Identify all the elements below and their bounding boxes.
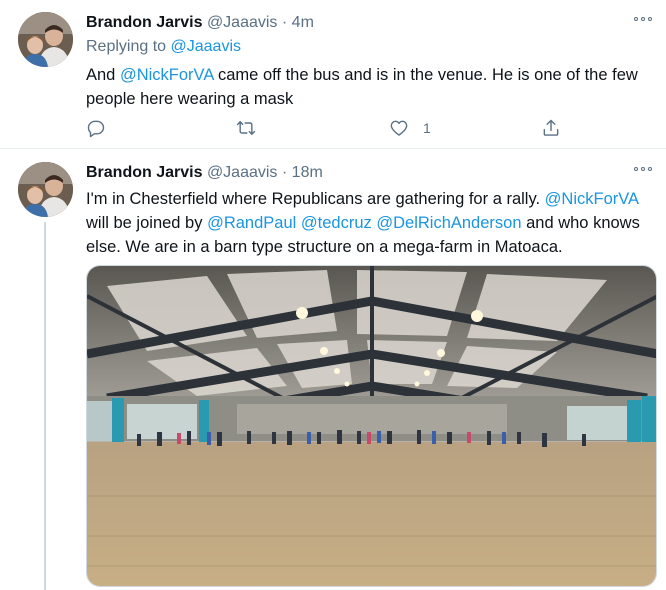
tweet-header: Brandon Jarvis @Jaaavis · 18m xyxy=(86,163,323,183)
timestamp[interactable]: 4m xyxy=(292,14,314,31)
text-segment: And xyxy=(86,66,120,84)
text-segment: will be joined by xyxy=(86,214,208,232)
tweet-actions: 1 xyxy=(86,117,576,139)
avatar[interactable] xyxy=(18,162,73,217)
mention-link[interactable]: @DelRichAnderson xyxy=(376,214,521,232)
tweet-photo[interactable] xyxy=(86,265,657,587)
like-button[interactable]: 1 xyxy=(389,117,431,139)
author-name[interactable]: Brandon Jarvis xyxy=(86,164,202,181)
reply-icon xyxy=(87,120,105,138)
like-count: 1 xyxy=(423,120,431,136)
author-handle[interactable]: @Jaaavis xyxy=(207,14,278,31)
tweet[interactable]: Brandon Jarvis @Jaaavis · 4m Replying to… xyxy=(0,0,666,149)
author-handle[interactable]: @Jaaavis xyxy=(207,164,278,181)
timestamp[interactable]: 18m xyxy=(292,164,323,181)
separator: · xyxy=(281,164,288,181)
text-segment: I'm in Chesterfield where Republicans ar… xyxy=(86,190,545,208)
mention-link[interactable]: @tedcruz xyxy=(301,214,372,232)
separator: · xyxy=(281,14,288,31)
thread-line xyxy=(44,222,46,590)
replying-to-handle[interactable]: @Jaaavis xyxy=(171,38,242,55)
share-icon xyxy=(543,119,559,136)
replying-to: Replying to @Jaaavis xyxy=(86,38,241,56)
avatar-photo xyxy=(18,12,73,67)
reply-button[interactable] xyxy=(86,117,120,139)
retweet-button[interactable] xyxy=(236,117,270,139)
avatar-photo xyxy=(18,162,73,217)
avatar[interactable] xyxy=(18,12,73,67)
mention-link[interactable]: @RandPaul xyxy=(207,214,296,232)
more-icon[interactable] xyxy=(634,12,654,26)
tweet-text: I'm in Chesterfield where Republicans ar… xyxy=(86,187,656,259)
retweet-icon xyxy=(236,121,256,135)
tweet-header: Brandon Jarvis @Jaaavis · 4m xyxy=(86,13,314,33)
more-icon[interactable] xyxy=(634,162,654,176)
author-name[interactable]: Brandon Jarvis xyxy=(86,14,202,31)
like-icon xyxy=(390,120,408,136)
share-button[interactable] xyxy=(541,117,561,139)
tweet-text: And @NickForVA came off the bus and is i… xyxy=(86,63,656,111)
tweet[interactable]: Brandon Jarvis @Jaaavis · 18m I'm in Che… xyxy=(0,150,666,590)
mention-link[interactable]: @NickForVA xyxy=(120,66,213,84)
mention-link[interactable]: @NickForVA xyxy=(545,190,638,208)
replying-prefix: Replying to xyxy=(86,38,171,55)
arena-photo xyxy=(87,266,656,586)
